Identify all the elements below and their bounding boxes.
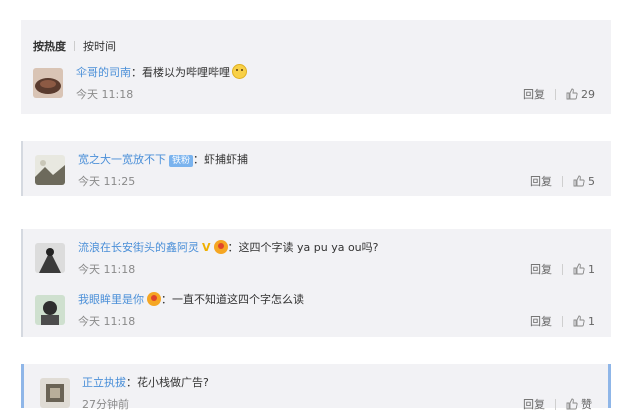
- reply-button[interactable]: 回复: [530, 173, 552, 189]
- comment-actions: 回复 1: [530, 261, 595, 277]
- comment-time: 今天 11:25: [78, 175, 136, 188]
- username-link[interactable]: 伞哥的司南: [76, 66, 131, 79]
- reply-button[interactable]: 回复: [523, 86, 545, 102]
- divider: [555, 88, 556, 100]
- comment-time: 今天 11:18: [78, 315, 136, 328]
- like-count: 5: [588, 174, 595, 188]
- like-button[interactable]: 1: [573, 315, 595, 328]
- avatar[interactable]: [35, 295, 65, 325]
- reply-button[interactable]: 回复: [530, 313, 552, 329]
- like-count: 赞: [581, 398, 592, 411]
- sort-bar: 按热度 按时间: [33, 38, 116, 54]
- like-count: 1: [588, 262, 595, 276]
- reply-button[interactable]: 回复: [530, 261, 552, 277]
- comment-body: ：看楼以为哔哩哔哩: [131, 66, 230, 79]
- comment-time: 今天 11:18: [76, 88, 134, 101]
- like-button[interactable]: 赞: [566, 396, 592, 412]
- fan-level-icon: [147, 292, 161, 306]
- comment-text: 正立执拔：花小栈做广告?: [82, 374, 209, 390]
- comment-body: ：花小栈做广告?: [126, 376, 209, 389]
- avatar[interactable]: [40, 378, 70, 408]
- comment-actions: 回复 1: [530, 313, 595, 329]
- comment-actions: 回复 29: [523, 86, 595, 102]
- comment-text: 我眼眸里是你 ：一直不知道这四个字怎么读: [78, 291, 304, 307]
- comment-card-1: 按热度 按时间 伞哥的司南：看楼以为哔哩哔哩 今天 11:18 回复 29: [21, 20, 611, 114]
- fan-level-icon: [213, 240, 228, 254]
- divider: [74, 41, 75, 51]
- verified-badge: V: [202, 241, 211, 254]
- username-link[interactable]: 流浪在长安街头的鑫阿灵: [78, 241, 199, 254]
- thumbs-up-icon: [573, 263, 585, 274]
- comment-body: ：一直不知道这四个字怎么读: [161, 293, 304, 306]
- thumbs-up-icon: [573, 175, 585, 186]
- comment-text: 伞哥的司南：看楼以为哔哩哔哩: [76, 64, 247, 80]
- comment-body: ：这四个字读 ya pu ya ou吗?: [227, 241, 379, 254]
- comment-row: 流浪在长安街头的鑫阿灵 V ：这四个字读 ya pu ya ou吗? 今天 11:1…: [23, 237, 611, 277]
- comment-actions: 回复 5: [530, 173, 595, 189]
- like-count: 29: [581, 87, 595, 101]
- comment-row: 宽之大一宽放不下 铁粉 ：虾捕虾捕 今天 11:25 回复 5: [23, 149, 611, 189]
- avatar[interactable]: [33, 68, 63, 98]
- reply-button[interactable]: 回复: [523, 396, 545, 412]
- comment-text: 宽之大一宽放不下 铁粉 ：虾捕虾捕: [78, 151, 248, 167]
- comment-body: ：虾捕虾捕: [193, 153, 249, 166]
- comment-card-4: 正立执拔：花小栈做广告? 27分钟前 回复 赞: [21, 364, 611, 411]
- avatar[interactable]: [35, 155, 65, 185]
- avatar[interactable]: [35, 243, 65, 273]
- comment-row: 伞哥的司南：看楼以为哔哩哔哩 今天 11:18 回复 29: [21, 62, 611, 102]
- like-count: 1: [588, 314, 595, 328]
- comment-card-3: 流浪在长安街头的鑫阿灵 V ：这四个字读 ya pu ya ou吗? 今天 11:1…: [21, 229, 611, 337]
- comment-row: 我眼眸里是你 ：一直不知道这四个字怎么读 今天 11:18 回复 1: [23, 289, 611, 329]
- comment-card-2: 宽之大一宽放不下 铁粉 ：虾捕虾捕 今天 11:25 回复 5: [21, 141, 611, 196]
- comment-actions: 回复 赞: [523, 396, 592, 412]
- sort-by-hot[interactable]: 按热度: [33, 40, 66, 53]
- like-button[interactable]: 29: [566, 88, 595, 101]
- username-link[interactable]: 正立执拔: [82, 376, 126, 389]
- comment-text: 流浪在长安街头的鑫阿灵 V ：这四个字读 ya pu ya ou吗?: [78, 239, 379, 255]
- comment-row: 正立执拔：花小栈做广告? 27分钟前 回复 赞: [24, 372, 608, 412]
- comment-time: 今天 11:18: [78, 263, 136, 276]
- thumbs-up-icon: [573, 315, 585, 326]
- sort-by-time[interactable]: 按时间: [83, 40, 116, 53]
- like-button[interactable]: 5: [573, 175, 595, 188]
- divider: [562, 175, 563, 187]
- thumbs-up-icon: [566, 88, 578, 99]
- like-button[interactable]: 1: [573, 263, 595, 276]
- comment-time: 27分钟前: [82, 398, 129, 411]
- divider: [562, 263, 563, 275]
- username-link[interactable]: 我眼眸里是你: [78, 293, 144, 306]
- fan-badge: 铁粉: [169, 155, 194, 167]
- username-link[interactable]: 宽之大一宽放不下: [78, 153, 166, 166]
- divider: [562, 315, 563, 327]
- thumbs-up-icon: [566, 398, 578, 410]
- laugh-emoji-icon: [232, 64, 247, 79]
